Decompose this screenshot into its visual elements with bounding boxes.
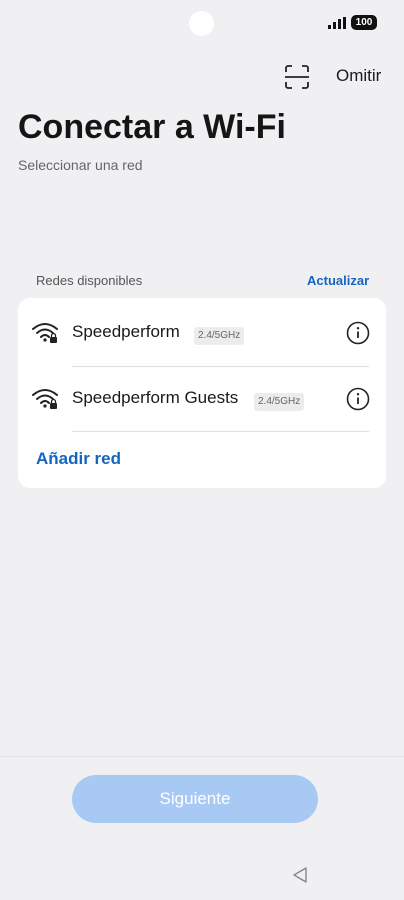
wifi-locked-icon: [32, 389, 58, 409]
page-title: Conectar a Wi-Fi: [18, 108, 286, 146]
network-row-speedperform[interactable]: Speedperform 2.4/5GHz: [18, 300, 386, 366]
networks-card: Speedperform 2.4/5GHz Speedperform Guest…: [18, 298, 386, 488]
back-nav-icon[interactable]: [292, 866, 308, 884]
row-divider: [72, 431, 369, 432]
band-badge: 2.4/5GHz: [254, 393, 305, 411]
scan-qr-icon[interactable]: [284, 64, 310, 90]
refresh-button[interactable]: Actualizar: [307, 273, 369, 288]
bottom-divider: [0, 756, 404, 757]
network-row-speedperform-guests[interactable]: Speedperform Guests 2.4/5GHz: [18, 366, 386, 432]
battery-indicator: 100: [351, 15, 377, 30]
front-camera: [189, 11, 214, 36]
status-bar: 100: [0, 0, 404, 48]
info-icon[interactable]: [346, 387, 370, 411]
info-icon[interactable]: [346, 321, 370, 345]
add-network-button[interactable]: Añadir red: [36, 449, 121, 469]
wifi-locked-icon: [32, 323, 58, 343]
signal-bars-icon: [328, 17, 346, 29]
available-networks-label: Redes disponibles: [36, 273, 143, 288]
next-button[interactable]: Siguiente: [72, 775, 318, 823]
band-badge: 2.4/5GHz: [194, 327, 245, 345]
skip-button[interactable]: Omitir: [336, 66, 381, 86]
page-subtitle: Seleccionar una red: [18, 157, 143, 173]
network-name: Speedperform Guests: [72, 388, 239, 407]
network-name: Speedperform: [72, 322, 180, 341]
